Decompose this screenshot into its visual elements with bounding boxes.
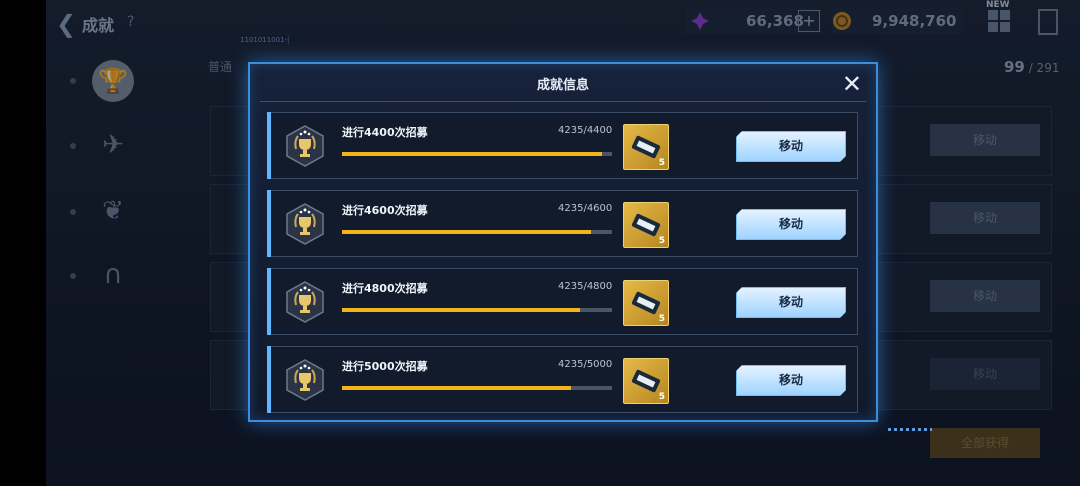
achievement-row: 进行4800次招募 4235/4800 5 移动 [267, 268, 858, 335]
reward-item[interactable]: 5 [623, 202, 669, 248]
progress-bar [342, 386, 612, 390]
achievement-info-modal: 成就信息 ✕ 进行4400次招募 4235/4400 5 移动 进行4600次招… [248, 62, 878, 422]
reward-item[interactable]: 5 [623, 280, 669, 326]
trophy-medal-icon [286, 125, 324, 167]
reward-item[interactable]: 5 [623, 358, 669, 404]
achievement-name: 进行4800次招募 [342, 282, 428, 295]
achievement-name: 进行4600次招募 [342, 204, 428, 217]
trophy-medal-icon [286, 359, 324, 401]
reward-quantity: 5 [658, 236, 665, 246]
trophy-medal-icon [286, 203, 324, 245]
progress-fill [342, 152, 602, 156]
move-button[interactable]: 移动 [736, 131, 846, 162]
decorative-dashes [888, 428, 932, 431]
progress-bar [342, 230, 612, 234]
achievement-row: 进行5000次招募 4235/5000 5 移动 [267, 346, 858, 413]
trophy-medal-icon [286, 281, 324, 323]
progress-fill [342, 386, 571, 390]
achievement-progress-text: 4235/5000 [558, 359, 613, 370]
achievement-progress-text: 4235/4600 [558, 203, 613, 214]
progress-bar [342, 152, 612, 156]
close-icon[interactable]: ✕ [842, 70, 862, 98]
achievement-progress-text: 4235/4400 [558, 125, 613, 136]
reward-quantity: 5 [658, 314, 665, 324]
modal-divider [260, 101, 866, 102]
achievement-progress-text: 4235/4800 [558, 281, 613, 292]
reward-item[interactable]: 5 [623, 124, 669, 170]
move-button[interactable]: 移动 [736, 287, 846, 318]
left-black-bar [0, 0, 46, 486]
reward-quantity: 5 [658, 158, 665, 168]
achievement-row: 进行4600次招募 4235/4600 5 移动 [267, 190, 858, 257]
move-button[interactable]: 移动 [736, 365, 846, 396]
reward-quantity: 5 [658, 392, 665, 402]
achievement-name: 进行5000次招募 [342, 360, 428, 373]
achievement-row: 进行4400次招募 4235/4400 5 移动 [267, 112, 858, 179]
modal-title: 成就信息 [536, 78, 589, 93]
progress-bar [342, 308, 612, 312]
achievement-name: 进行4400次招募 [342, 126, 428, 139]
move-button[interactable]: 移动 [736, 209, 846, 240]
progress-fill [342, 308, 581, 312]
progress-fill [342, 230, 591, 234]
